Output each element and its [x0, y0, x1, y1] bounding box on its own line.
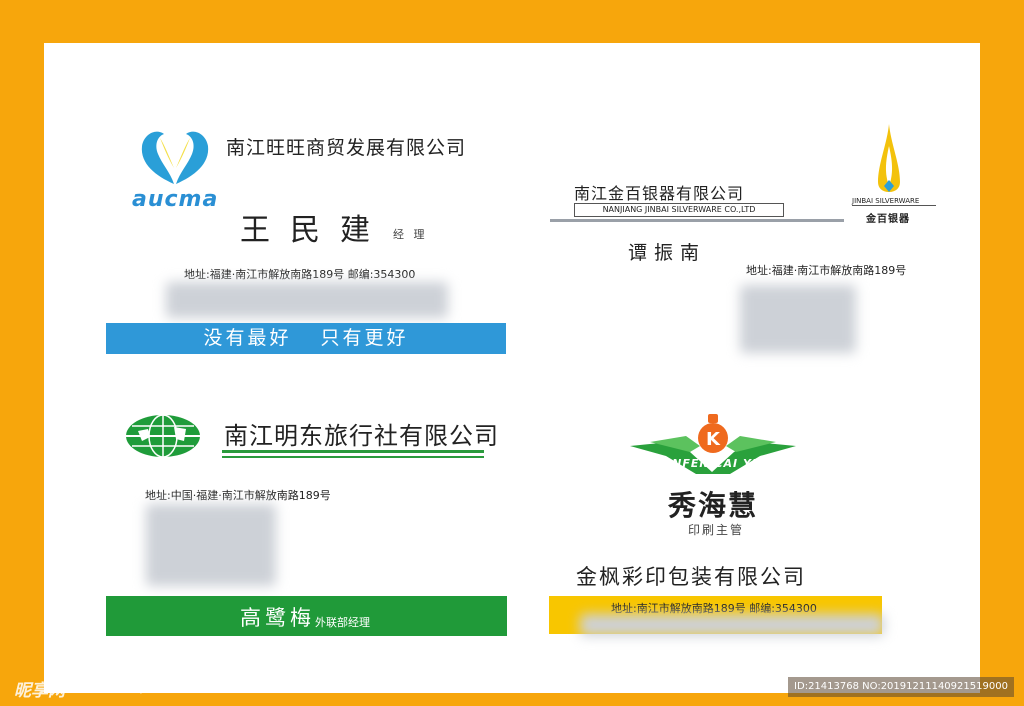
- card2-company-en: NANJIANG JINBAI SILVERWARE CO.,LTD: [574, 203, 784, 217]
- card4-company: 金枫彩印包装有限公司: [576, 565, 806, 589]
- jinfen-logo-en: JINFEN CAI YIN: [662, 457, 768, 470]
- card3-divider-1: [222, 450, 484, 453]
- card3-person-name: 高鹭梅: [240, 606, 315, 630]
- image-id-watermark: ID:21413768 NO:20191211140921519000: [788, 677, 1014, 697]
- card2-person-name: 谭振南: [628, 242, 707, 264]
- card3-person-title: 外联部经理: [315, 616, 370, 629]
- card1-blurred-contact: [166, 282, 448, 318]
- aucma-logo-text: aucma: [132, 187, 219, 212]
- jinbai-logo-en: JINBAI SILVERWARE: [852, 197, 920, 205]
- site-watermark: 昵享网: [14, 681, 65, 701]
- card1-company: 南江旺旺商贸发展有限公司: [226, 137, 467, 159]
- card1-address: 地址:福建·南江市解放南路189号 邮编:354300: [184, 268, 416, 281]
- card3-company: 南江明东旅行社有限公司: [224, 422, 499, 450]
- jinbai-logo-rule: [852, 205, 936, 206]
- card4-person-title: 印刷主管: [688, 523, 745, 537]
- card2-divider: [550, 219, 844, 222]
- jinbai-flame-logo: [878, 124, 900, 192]
- site-watermark-url: www.nipic.cn: [97, 680, 176, 694]
- globe-logo-icon: [126, 414, 200, 458]
- card1-slogan-bar: 没有最好 只有更好: [106, 323, 506, 354]
- card3-name-bar: 高鹭梅 外联部经理: [106, 596, 507, 636]
- card4-person-name: 秀海慧: [668, 489, 759, 522]
- jinfen-logo-letter: K: [706, 429, 721, 450]
- card2-blurred-contact: [740, 285, 856, 353]
- card1-person-title: 经 理: [393, 228, 428, 241]
- card3-address: 地址:中国·福建·南江市解放南路189号: [145, 489, 331, 502]
- card2-company: 南江金百银器有限公司: [574, 184, 745, 203]
- card4-blurred-contact: [580, 614, 884, 636]
- aucma-dolphin-logo: [141, 131, 209, 184]
- jinbai-logo-cn: 金百银器: [866, 214, 910, 225]
- card3-blurred-contact: [146, 504, 276, 586]
- card1-person-name: 王民建: [240, 213, 390, 248]
- card3-divider-2: [222, 456, 484, 458]
- card2-address: 地址:福建·南江市解放南路189号: [746, 264, 907, 277]
